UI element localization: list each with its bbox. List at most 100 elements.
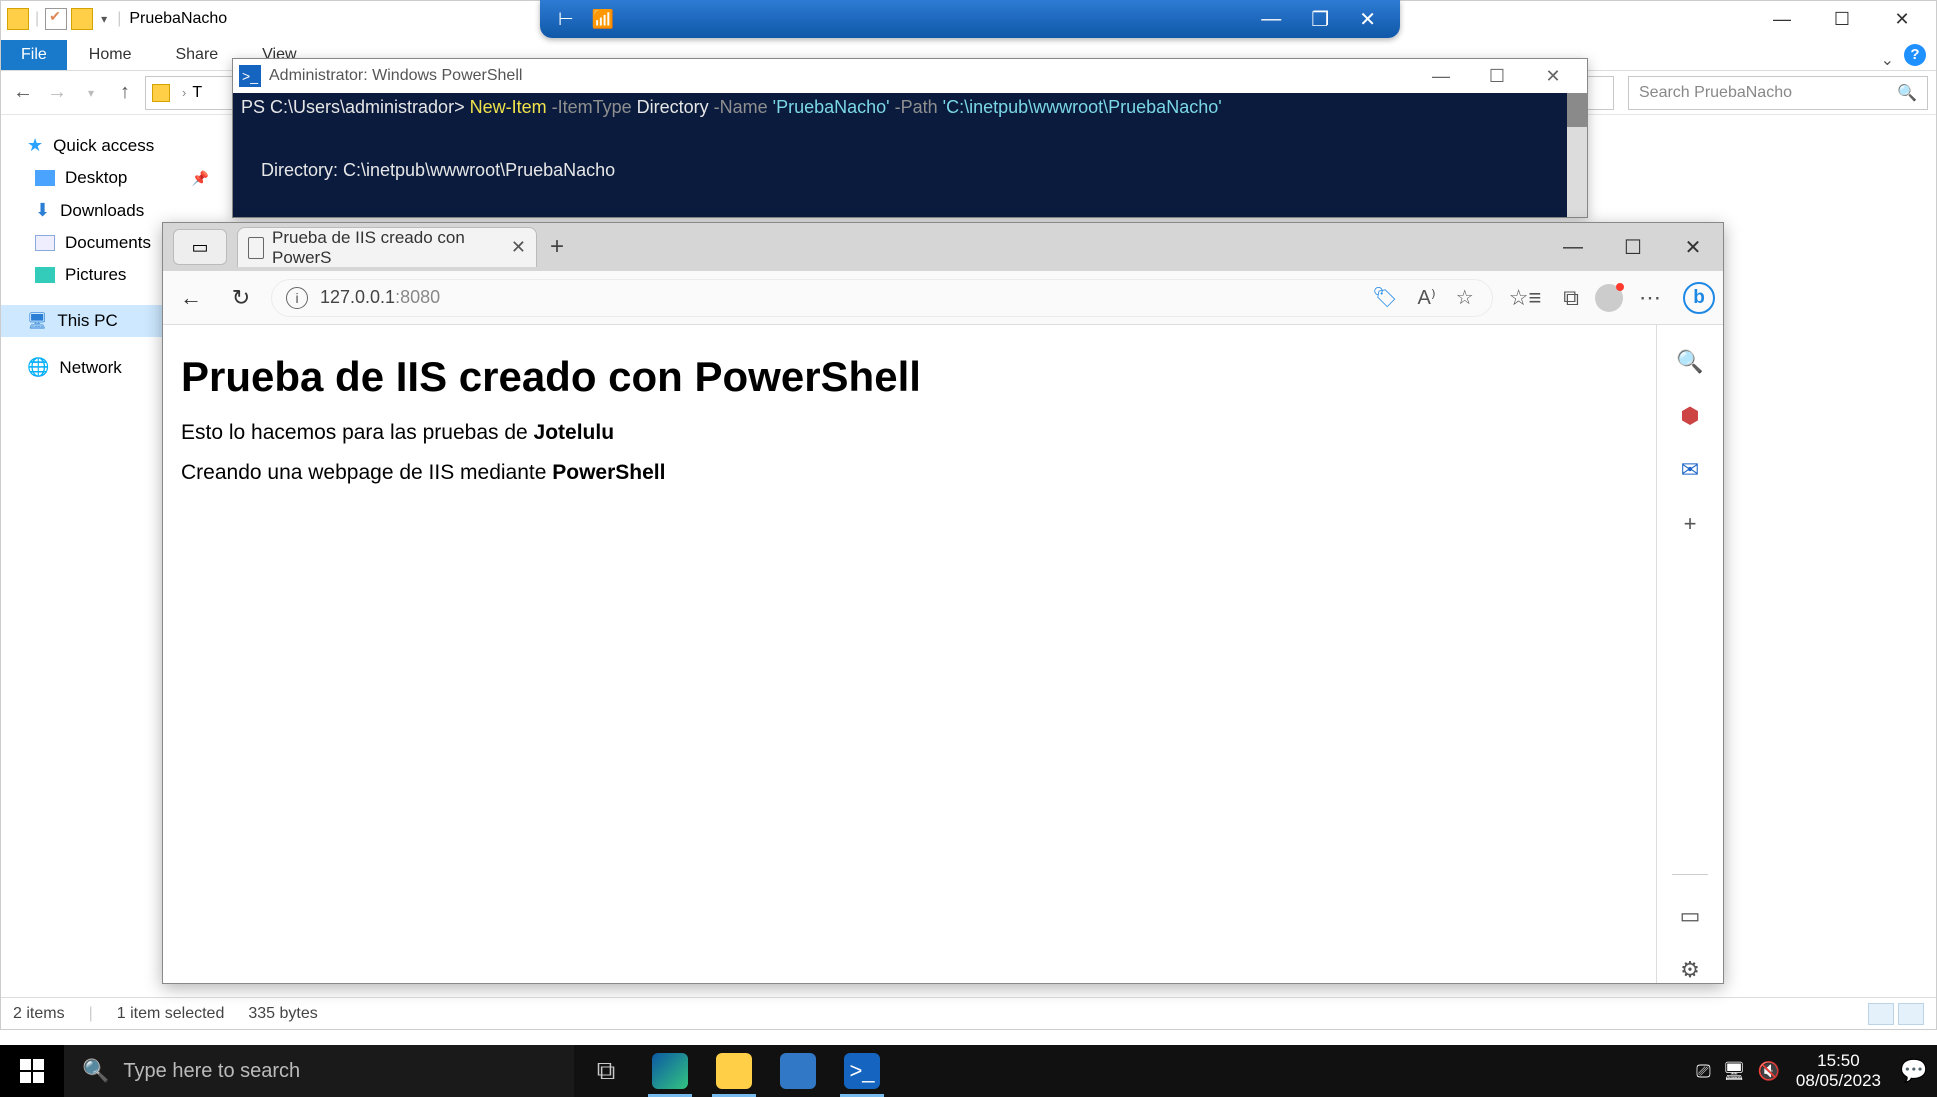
folder-icon [716,1053,752,1089]
collections-icon[interactable]: ⧉ [1557,285,1585,311]
chevron-right-icon[interactable]: › [176,85,192,100]
url-host: 127.0.0.1 [320,287,395,307]
start-button[interactable] [0,1045,64,1097]
action-center-button[interactable]: 💬 [1891,1058,1937,1084]
ribbon-tab-share[interactable]: Share [153,40,240,70]
status-item-count: 2 items [13,1005,65,1023]
pin-icon[interactable]: ⊢ [558,9,574,30]
favorites-bar-icon[interactable]: ☆≡ [1503,285,1548,311]
tray-icon[interactable]: ⎚ [1696,1061,1710,1082]
address-bar[interactable]: i 127.0.0.1:8080 🏷 A⁾ ☆ [271,279,1493,317]
taskbar: 🔍 Type here to search ⧉ >_ ⎚ 🖥 🔇 15:50 0… [0,1045,1937,1097]
tab-actions-button[interactable]: ▭ [173,229,227,265]
view-icons-button[interactable] [1898,1003,1924,1025]
task-view-button[interactable]: ⧉ [574,1045,638,1097]
nav-refresh-button[interactable]: ↻ [221,285,261,311]
minimize-button[interactable]: — [1413,66,1469,87]
nav-back-button[interactable]: ← [171,285,211,311]
search-icon: 🔍 [82,1058,109,1084]
help-icon[interactable]: ? [1904,44,1926,66]
close-button[interactable]: ✕ [1663,235,1723,260]
maximize-button[interactable]: ☐ [1812,9,1872,30]
signal-icon: 📶 [592,9,614,30]
page-viewport[interactable]: Prueba de IIS creado con PowerShell Esto… [163,325,1657,983]
view-details-button[interactable] [1868,1003,1894,1025]
read-aloud-icon[interactable]: A⁾ [1414,285,1440,310]
window-title: Administrator: Windows PowerShell [269,67,522,85]
search-placeholder: Search PruebaNacho [1639,84,1792,102]
settings-icon[interactable]: ⚙ [1677,957,1703,983]
browser-tab[interactable]: Prueba de IIS creado con PowerS ✕ [237,227,537,267]
close-button[interactable]: ✕ [1872,9,1932,30]
close-tab-button[interactable]: ✕ [511,237,526,258]
ribbon-tab-file[interactable]: File [1,40,67,70]
sidebar-toggle-icon[interactable]: ▭ [1677,903,1703,929]
taskbar-app-edge[interactable] [638,1045,702,1097]
maximize-button[interactable]: ☐ [1603,235,1663,260]
taskbar-clock[interactable]: 15:50 08/05/2023 [1786,1051,1891,1091]
desktop-icon [35,170,55,186]
star-icon: ★ [27,135,43,156]
checkbox-icon[interactable] [45,8,67,30]
favorite-icon[interactable]: ☆ [1452,285,1478,310]
sidebar-desktop[interactable]: Desktop 📌 [1,162,231,194]
menu-button[interactable]: ⋯ [1633,285,1667,311]
profile-avatar[interactable] [1595,284,1623,312]
time: 15:50 [1796,1051,1881,1071]
edge-sidebar: 🔍 ⬢ ✉ + ▭ ⚙ [1657,325,1723,983]
new-tab-button[interactable]: + [537,233,577,261]
rdp-connection-bar[interactable]: ⊢ 📶 — ❐ ✕ [540,0,1400,38]
server-manager-icon [780,1053,816,1089]
status-size: 335 bytes [248,1005,317,1023]
rdp-restore-button[interactable]: ❐ [1305,7,1335,32]
volume-icon[interactable]: 🔇 [1757,1061,1779,1082]
nav-back-button[interactable]: ← [9,81,37,104]
nav-recent-button[interactable]: ▾ [77,86,105,100]
add-icon[interactable]: + [1677,511,1703,537]
page-icon [248,237,264,259]
ribbon-tab-home[interactable]: Home [67,40,154,70]
bing-icon[interactable]: b [1683,282,1715,314]
system-tray[interactable]: ⎚ 🖥 🔇 [1690,1061,1786,1082]
nav-forward-button[interactable]: → [43,81,71,104]
scrollbar-thumb[interactable] [1567,93,1587,127]
taskbar-app-explorer[interactable] [702,1045,766,1097]
shopping-icon[interactable]: 🏷 [1368,285,1401,310]
ribbon-collapse-button[interactable]: ⌄ [1871,50,1904,70]
search-icon[interactable]: 🔍 [1677,349,1703,375]
page-text: Creando una webpage de IIS mediante Powe… [181,461,1638,485]
address-segment[interactable]: T [192,84,202,102]
download-icon: ⬇ [35,200,50,221]
network-icon[interactable]: 🖥 [1723,1061,1746,1082]
nav-up-button[interactable]: ↑ [111,81,139,104]
sidebar-quick-access[interactable]: ★ Quick access [1,129,231,162]
url-port: :8080 [395,287,440,307]
maximize-button[interactable]: ☐ [1469,66,1525,87]
taskbar-app-servermanager[interactable] [766,1045,830,1097]
date: 08/05/2023 [1796,1071,1881,1091]
qat-dropdown[interactable]: ▾ [95,12,113,26]
office-icon[interactable]: ⬢ [1677,403,1703,429]
outlook-icon[interactable]: ✉ [1677,457,1703,483]
edge-tabstrip: ▭ Prueba de IIS creado con PowerS ✕ + — … [163,223,1723,271]
powershell-icon: >_ [844,1053,880,1089]
minimize-button[interactable]: — [1752,9,1812,30]
search-placeholder: Type here to search [123,1060,300,1083]
powershell-terminal[interactable]: PS C:\Users\administrador> New-Item -Ite… [233,93,1587,217]
site-info-icon[interactable]: i [286,287,308,309]
edge-icon [652,1053,688,1089]
page-heading: Prueba de IIS creado con PowerShell [181,353,1638,401]
powershell-titlebar[interactable]: >_ Administrator: Windows PowerShell — ☐… [233,59,1587,93]
tab-title: Prueba de IIS creado con PowerS [272,228,497,268]
taskbar-search[interactable]: 🔍 Type here to search [64,1045,574,1097]
minimize-button[interactable]: — [1543,236,1603,259]
rdp-close-button[interactable]: ✕ [1353,7,1382,32]
scrollbar[interactable] [1567,93,1587,217]
explorer-search-input[interactable]: Search PruebaNacho 🔍 [1628,76,1928,110]
folder-icon [152,84,170,102]
taskbar-app-powershell[interactable]: >_ [830,1045,894,1097]
explorer-statusbar: 2 items | 1 item selected 335 bytes [1,997,1936,1029]
window-title: PruebaNacho [125,10,227,28]
close-button[interactable]: ✕ [1525,66,1581,87]
rdp-minimize-button[interactable]: — [1255,8,1287,31]
